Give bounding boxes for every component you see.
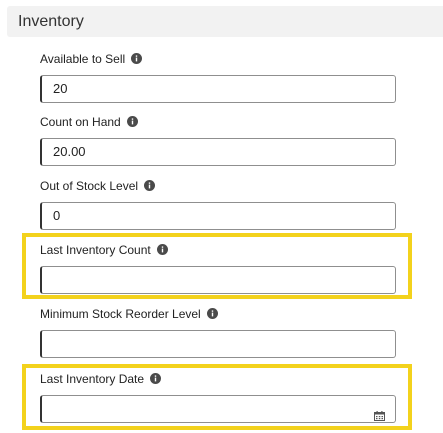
field-label-row: Out of Stock Level bbox=[40, 177, 396, 194]
available-to-sell-label: Available to Sell bbox=[40, 51, 126, 66]
info-icon[interactable] bbox=[144, 180, 156, 191]
last-inventory-count-input[interactable] bbox=[40, 266, 396, 294]
calendar-icon[interactable] bbox=[374, 404, 385, 421]
info-icon[interactable] bbox=[131, 53, 143, 64]
last-inventory-date-input[interactable] bbox=[40, 395, 396, 423]
last-inventory-date-label: Last Inventory Date bbox=[40, 371, 145, 386]
last-inventory-date-field: Last Inventory Date bbox=[40, 370, 396, 423]
last-inventory-count-field: Last Inventory Count bbox=[40, 241, 396, 294]
field-label-row: Last Inventory Date bbox=[40, 370, 396, 387]
out-of-stock-level-label: Out of Stock Level bbox=[40, 178, 139, 193]
field-label-row: Minimum Stock Reorder Level bbox=[40, 305, 396, 322]
available-to-sell-input[interactable]: 20 bbox=[40, 75, 396, 103]
info-icon[interactable] bbox=[206, 308, 218, 319]
field-label-row: Count on Hand bbox=[40, 113, 396, 130]
info-icon[interactable] bbox=[156, 244, 168, 255]
out-of-stock-level-input[interactable]: 0 bbox=[40, 202, 396, 230]
count-on-hand-field: Count on Hand 20.00 bbox=[40, 113, 396, 166]
minimum-stock-reorder-level-input[interactable] bbox=[40, 330, 396, 358]
count-on-hand-label: Count on Hand bbox=[40, 114, 121, 129]
last-inventory-count-label: Last Inventory Count bbox=[40, 242, 151, 257]
available-to-sell-field: Available to Sell 20 bbox=[40, 50, 396, 103]
info-icon[interactable] bbox=[126, 116, 138, 127]
section-header: Inventory bbox=[7, 6, 443, 37]
inventory-panel: Inventory Available to Sell 20 Count on … bbox=[0, 0, 443, 433]
count-on-hand-input[interactable]: 20.00 bbox=[40, 138, 396, 166]
minimum-stock-reorder-level-field: Minimum Stock Reorder Level bbox=[40, 305, 396, 358]
field-label-row: Available to Sell bbox=[40, 50, 396, 67]
out-of-stock-level-field: Out of Stock Level 0 bbox=[40, 177, 396, 230]
section-title: Inventory bbox=[18, 13, 84, 30]
field-label-row: Last Inventory Count bbox=[40, 241, 396, 258]
info-icon[interactable] bbox=[150, 373, 162, 384]
minimum-stock-reorder-level-label: Minimum Stock Reorder Level bbox=[40, 306, 201, 321]
